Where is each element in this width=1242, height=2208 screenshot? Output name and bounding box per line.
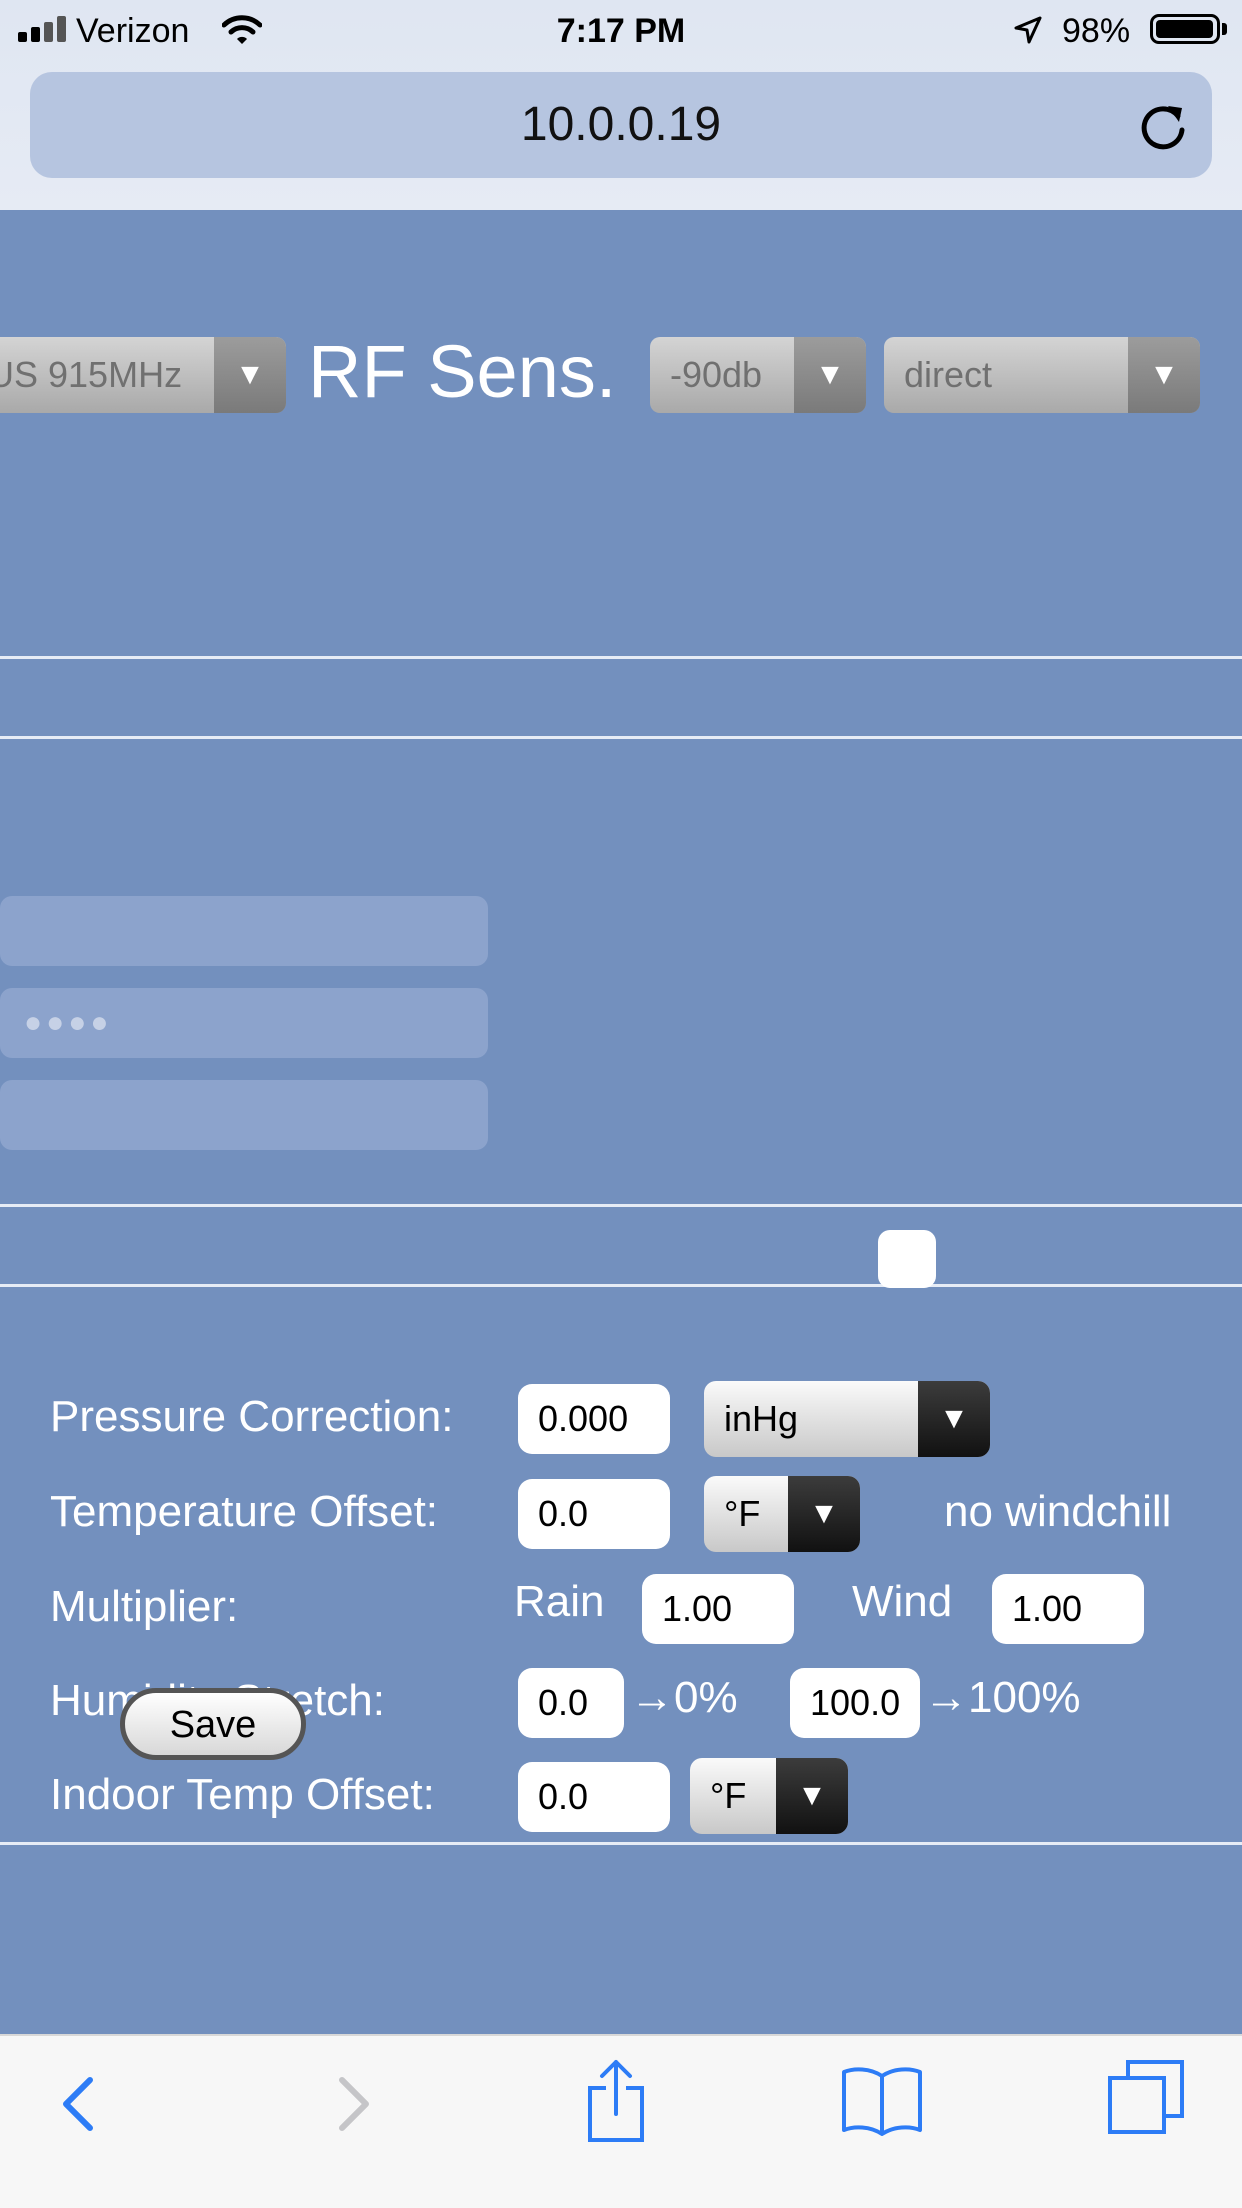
chevron-down-icon: ▼ xyxy=(214,337,286,413)
temperature-unit-select[interactable]: °F ▼ xyxy=(704,1476,860,1552)
multiplier-label: Multiplier: xyxy=(50,1582,239,1631)
rf-sens-label: RF Sens. xyxy=(308,330,617,413)
indoor-temp-offset-label: Indoor Temp Offset: xyxy=(50,1770,435,1819)
humidity-high-input[interactable]: 100.0 xyxy=(790,1668,920,1738)
username-field[interactable] xyxy=(0,896,488,966)
divider xyxy=(0,1842,1242,1845)
frequency-select[interactable]: US 915MHz ▼ xyxy=(0,337,286,413)
sensitivity-select[interactable]: -90db ▼ xyxy=(650,337,866,413)
pressure-correction-label: Pressure Correction: xyxy=(50,1392,454,1441)
wind-label: Wind xyxy=(852,1577,953,1626)
save-button[interactable]: Save xyxy=(120,1688,306,1760)
humidity-high-target: →100% xyxy=(924,1673,1081,1722)
battery-icon xyxy=(1150,14,1220,44)
chevron-down-icon: ▼ xyxy=(794,337,866,413)
temperature-offset-input[interactable]: 0.0 xyxy=(518,1479,670,1549)
rain-multiplier-input[interactable]: 1.00 xyxy=(642,1574,794,1644)
server-field[interactable] xyxy=(0,1080,488,1150)
indoor-temp-offset-input[interactable]: 0.0 xyxy=(518,1762,670,1832)
temperature-unit-value: °F xyxy=(724,1493,761,1534)
pressure-correction-input[interactable]: 0.000 xyxy=(518,1384,670,1454)
no-windchill-label: no windchill xyxy=(944,1487,1172,1536)
indoor-unit-value: °F xyxy=(710,1775,747,1816)
tabs-icon[interactable] xyxy=(1106,2058,1186,2138)
address-bar[interactable]: 10.0.0.19 xyxy=(30,72,1212,178)
chevron-down-icon: ▼ xyxy=(788,1476,860,1552)
url-text[interactable]: 10.0.0.19 xyxy=(30,72,1212,178)
mode-value: direct xyxy=(904,354,993,395)
password-field[interactable]: ●●●● xyxy=(0,988,488,1058)
divider xyxy=(0,1204,1242,1207)
browser-chrome-top: Verizon 7:17 PM 98% 10.0.0.19 xyxy=(0,0,1242,210)
back-icon[interactable] xyxy=(56,2072,100,2136)
rain-label: Rain xyxy=(514,1577,605,1626)
forward-icon[interactable] xyxy=(332,2072,376,2136)
pressure-unit-select[interactable]: inHg ▼ xyxy=(704,1381,990,1457)
humidity-low-target: →0% xyxy=(630,1673,738,1722)
divider xyxy=(0,656,1242,659)
sensitivity-value: -90db xyxy=(670,354,763,395)
chevron-down-icon: ▼ xyxy=(776,1758,848,1834)
frequency-value: US 915MHz xyxy=(0,354,183,395)
clock: 7:17 PM xyxy=(556,12,686,50)
battery-nub xyxy=(1222,23,1227,35)
pressure-unit-value: inHg xyxy=(724,1398,799,1439)
chevron-down-icon: ▼ xyxy=(1128,337,1200,413)
divider xyxy=(0,1284,1242,1287)
bookmarks-icon[interactable] xyxy=(840,2064,924,2136)
battery-percent: 98% xyxy=(1062,12,1131,50)
divider xyxy=(0,736,1242,739)
mode-select[interactable]: direct ▼ xyxy=(884,337,1200,413)
no-windchill-checkbox[interactable] xyxy=(878,1230,936,1288)
indoor-unit-select[interactable]: °F ▼ xyxy=(690,1758,848,1834)
humidity-low-input[interactable]: 0.0 xyxy=(518,1668,624,1738)
chevron-down-icon: ▼ xyxy=(918,1381,990,1457)
reload-icon[interactable] xyxy=(1138,100,1190,152)
share-icon[interactable] xyxy=(584,2058,648,2144)
safari-toolbar xyxy=(0,2034,1242,2208)
temperature-offset-label: Temperature Offset: xyxy=(50,1487,439,1536)
wind-multiplier-input[interactable]: 1.00 xyxy=(992,1574,1144,1644)
settings-page: US 915MHz ▼ RF Sens. -90db ▼ direct ▼ ●●… xyxy=(0,210,1242,2034)
location-arrow-icon xyxy=(1014,16,1042,44)
password-mask: ●●●● xyxy=(24,1006,113,1039)
